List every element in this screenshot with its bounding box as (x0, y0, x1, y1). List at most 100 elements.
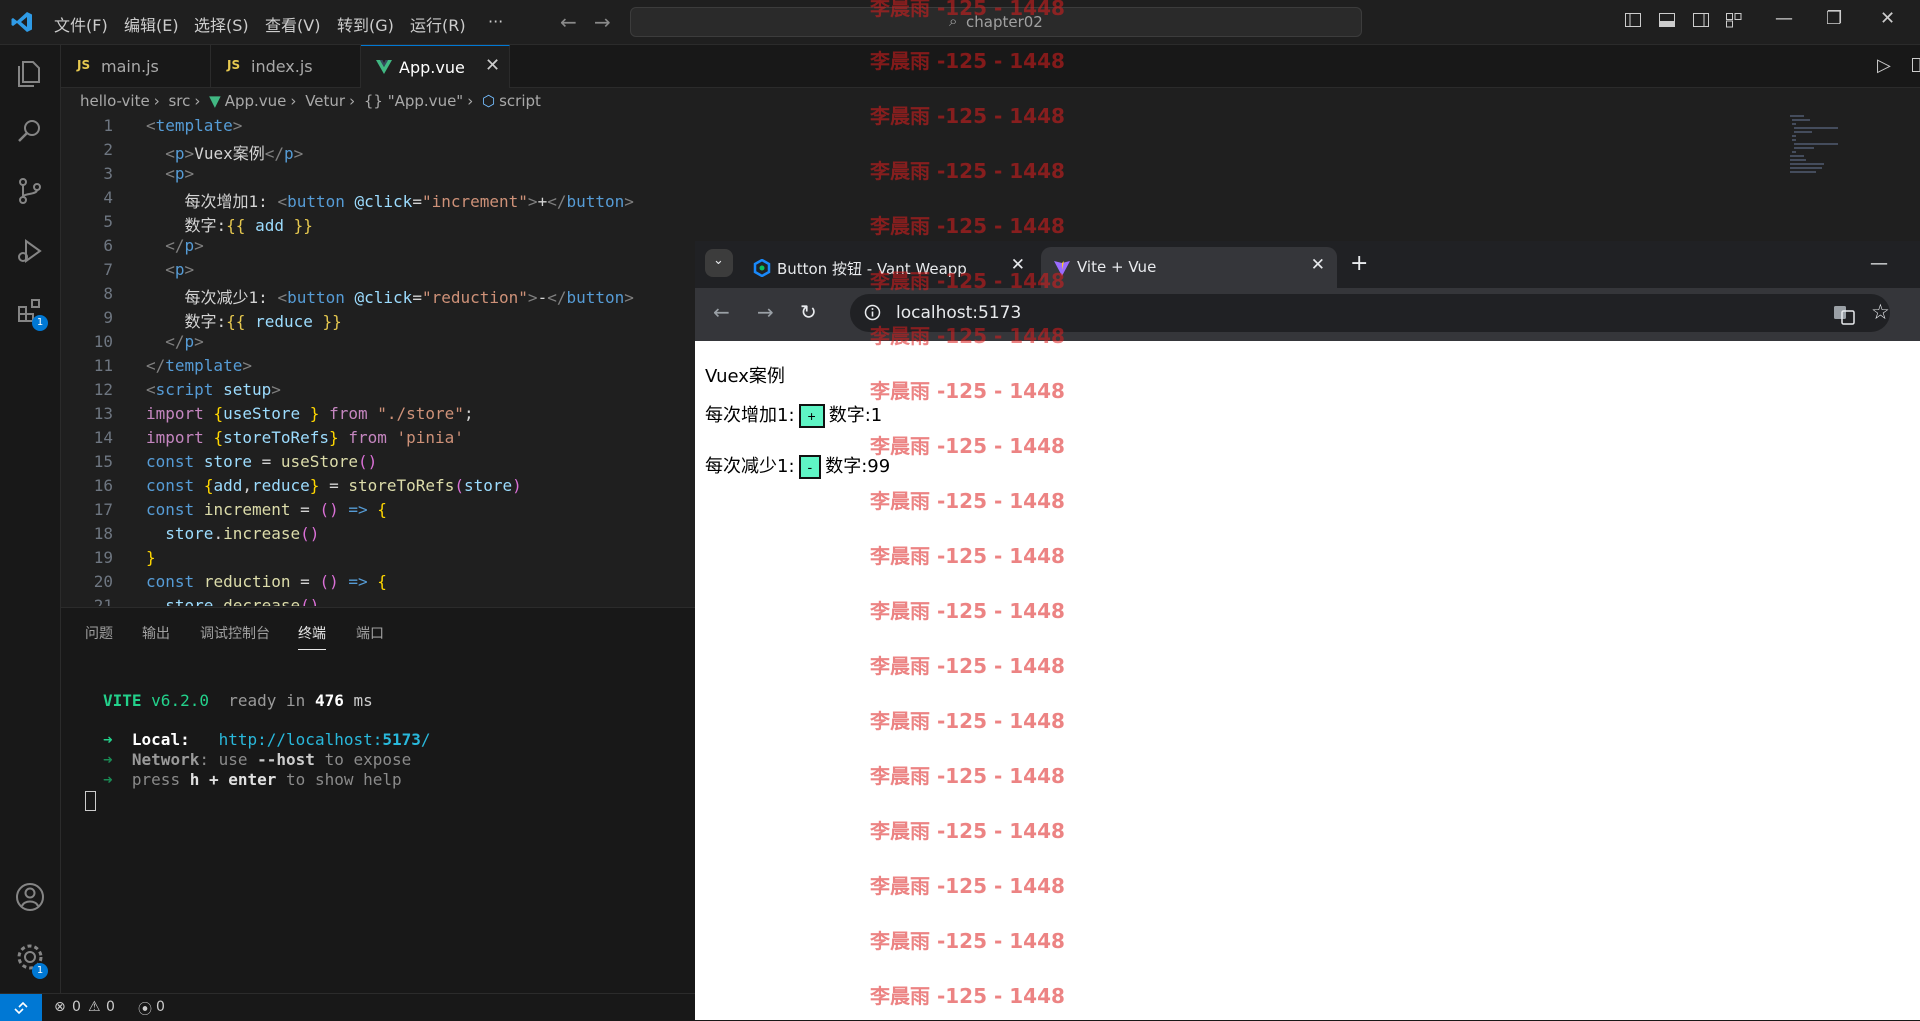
bookmark-star-icon[interactable]: ☆ (1871, 300, 1890, 324)
tab-main-js[interactable]: JS main.js (61, 45, 211, 87)
close-icon[interactable]: ✕ (485, 55, 500, 76)
run-debug-icon[interactable] (14, 235, 46, 267)
chevron-down-icon: ⌄ (713, 253, 724, 268)
terminal-line-local: ➜ Local: http://localhost:5173/ (103, 730, 431, 749)
watermark-text: 李晨雨 -125 - 1448 (870, 705, 1065, 734)
breadcrumb-item-script[interactable]: script (499, 92, 541, 110)
decrement-button[interactable]: - (799, 455, 822, 479)
new-tab-plus-icon[interactable]: + (1350, 251, 1368, 276)
watermark-text: 李晨雨 -125 - 1448 (870, 45, 1065, 74)
tab-terminal[interactable]: 终端 (298, 623, 326, 650)
code-line: 12<script setup> (61, 380, 695, 404)
menu-selection[interactable]: 选择(S) (194, 12, 249, 36)
watermark-text: 李晨雨 -125 - 1448 (870, 650, 1065, 679)
breadcrumb-item-vetur[interactable]: Vetur (305, 92, 345, 110)
tab-app-vue[interactable]: App.vue ✕ (361, 45, 510, 88)
code-line: 7 <p> (61, 260, 695, 284)
breadcrumb-item-src[interactable]: src (168, 92, 190, 110)
broadcast-icon[interactable]: ⦿ (138, 999, 152, 1019)
tab-search-button[interactable]: ⌄ (705, 249, 733, 277)
menu-view[interactable]: 查看(V) (265, 12, 320, 36)
breadcrumb-item-app-vue[interactable]: App.vue (225, 92, 287, 110)
code-line: 18 store.increase() (61, 524, 695, 548)
tab-debug-console[interactable]: 调试控制台 (200, 623, 270, 643)
watermark-text: 李晨雨 -125 - 1448 (870, 595, 1065, 624)
code-line: 20const reduction = () => { (61, 572, 695, 596)
js-file-icon: JS (227, 58, 240, 72)
run-file-icon[interactable]: ▷ (1877, 55, 1891, 76)
chevron-right-icon: › (290, 92, 296, 110)
menu-file[interactable]: 文件(F) (54, 12, 108, 36)
arrow-left-icon[interactable]: ← (560, 10, 577, 34)
menu-more[interactable]: ··· (488, 12, 503, 31)
code-line: 10 </p> (61, 332, 695, 356)
code-line: 21 store.decrease() (61, 596, 695, 606)
info-icon[interactable] (864, 304, 881, 321)
watermark-text: 李晨雨 -125 - 1448 (870, 870, 1065, 899)
customize-layout-icon[interactable] (1725, 11, 1743, 29)
watermark-text: 李晨雨 -125 - 1448 (870, 320, 1065, 349)
tab-ports[interactable]: 端口 (356, 623, 384, 643)
tab-index-js[interactable]: JS index.js (211, 45, 361, 87)
browser-window: ⌄ Button 按钮 - Vant Weapp ✕ Vite + Vue ✕ … (695, 241, 1920, 1020)
remote-icon (13, 1000, 29, 1016)
browser-tab-vite[interactable]: Vite + Vue ✕ (1041, 247, 1337, 288)
translate-icon[interactable] (1833, 304, 1855, 326)
arrow-right-icon[interactable]: → (757, 300, 774, 324)
cube-icon: ⬡ (482, 92, 495, 110)
minimize-window-icon[interactable]: — (1870, 253, 1888, 274)
code-editor[interactable]: 1<template> 2 <p>Vuex案例</p> 3 <p> 4 每次增加… (61, 114, 695, 606)
remote-indicator[interactable] (0, 994, 42, 1021)
toggle-secondary-sidebar-icon[interactable] (1692, 11, 1710, 29)
code-line: 8 每次减少1: <button @click="reduction">-</b… (61, 284, 695, 308)
source-control-icon[interactable] (14, 175, 46, 207)
code-line: 3 <p> (61, 164, 695, 188)
explorer-icon[interactable] (14, 57, 46, 89)
watermark-text: 李晨雨 -125 - 1448 (870, 980, 1065, 1009)
vue-file-icon (376, 60, 392, 74)
increment-row: 每次增加1:+数字:1 (705, 401, 882, 428)
breadcrumb-item-app-vue-module[interactable]: {} "App.vue" (364, 92, 463, 110)
arrow-left-icon[interactable]: ← (713, 300, 730, 324)
chevron-right-icon: › (349, 92, 355, 110)
chevron-right-icon: › (467, 92, 473, 110)
code-line: 1<template> (61, 116, 695, 140)
code-line: 14import {storeToRefs} from 'pinia' (61, 428, 695, 452)
account-icon[interactable] (14, 881, 46, 913)
split-editor-icon[interactable] (1911, 56, 1920, 74)
breadcrumb-item-hello-vite[interactable]: hello-vite (80, 92, 150, 110)
restore-window-icon[interactable]: ❐ (1826, 8, 1842, 29)
terminal-line-help: ➜ press h + enter to show help (103, 770, 402, 789)
watermark-text: 李晨雨 -125 - 1448 (870, 485, 1065, 514)
reload-icon[interactable]: ↻ (800, 300, 817, 324)
minimap[interactable] (1790, 114, 1880, 174)
bottom-panel: 问题 输出 调试控制台 终端 端口 VITE v6.2.0 ready in 4… (61, 607, 695, 994)
close-window-icon[interactable]: ✕ (1880, 8, 1895, 29)
watermark-text: 李晨雨 -125 - 1448 (870, 540, 1065, 569)
code-line: 5 数字:{{ add }} (61, 212, 695, 236)
menu-edit[interactable]: 编辑(E) (124, 12, 179, 36)
toggle-primary-sidebar-icon[interactable] (1624, 11, 1642, 29)
menu-go[interactable]: 转到(G) (337, 12, 394, 36)
increment-label: 每次增加1: (705, 405, 795, 426)
error-icon[interactable]: ⊗ (54, 999, 66, 1015)
decrement-row: 每次减少1:-数字:99 (705, 452, 890, 479)
tab-problems[interactable]: 问题 (85, 623, 113, 643)
search-icon[interactable] (14, 115, 46, 147)
warning-count: 0 (106, 999, 115, 1015)
code-line: 6 </p> (61, 236, 695, 260)
menu-run[interactable]: 运行(R) (410, 12, 466, 36)
local-url-link[interactable]: http://localhost:5173/ (219, 730, 431, 749)
watermark-text: 李晨雨 -125 - 1448 (870, 0, 1065, 21)
toggle-panel-icon[interactable] (1658, 11, 1676, 29)
settings-badge: 1 (32, 963, 48, 979)
close-icon[interactable]: ✕ (1311, 255, 1325, 275)
warning-icon[interactable]: ⚠ (88, 999, 101, 1015)
minimize-window-icon[interactable]: — (1775, 8, 1793, 29)
increment-button[interactable]: + (799, 404, 825, 428)
decrement-value: 数字:99 (825, 456, 890, 477)
tab-output[interactable]: 输出 (142, 623, 170, 643)
arrow-right-icon[interactable]: → (594, 10, 611, 34)
vscode-logo-icon[interactable] (10, 10, 34, 34)
watermark-text: 李晨雨 -125 - 1448 (870, 210, 1065, 239)
